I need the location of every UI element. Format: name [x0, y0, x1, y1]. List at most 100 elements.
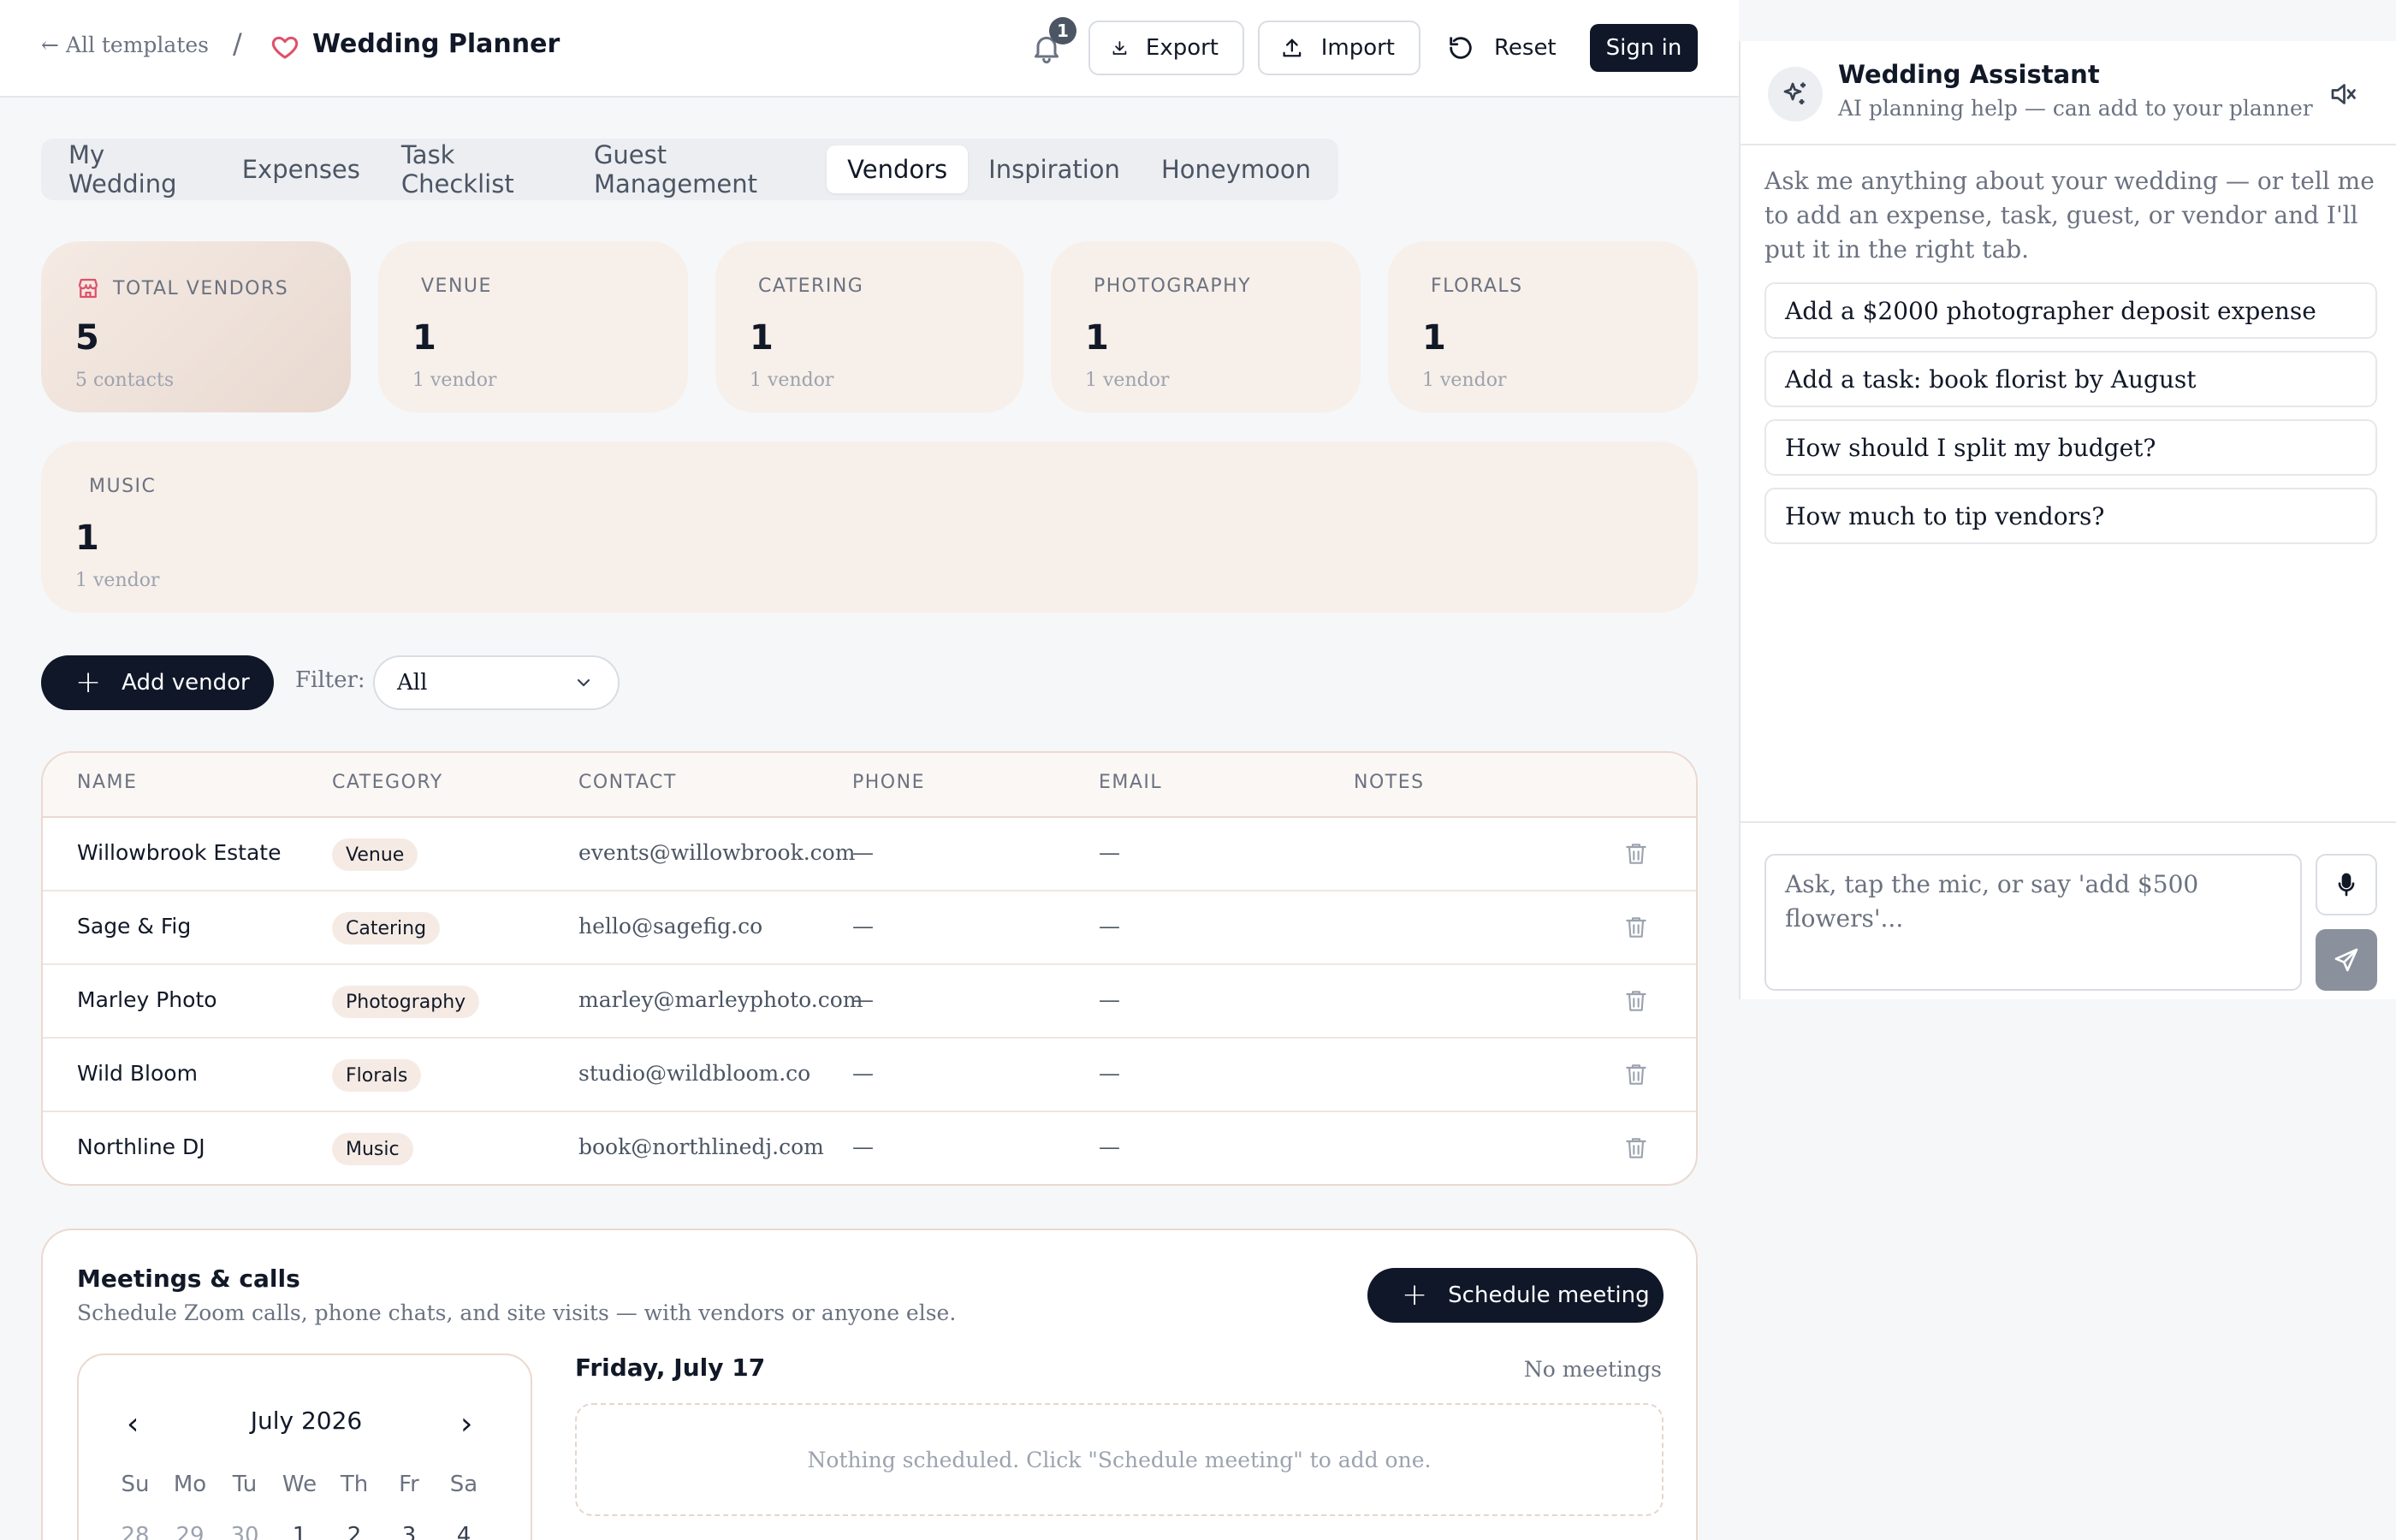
table-row: Wild Bloom Florals studio@wildbloom.co —… — [43, 1039, 1696, 1112]
vendor-contact: marley@marleyphoto.com — [578, 987, 863, 1012]
import-label: Import — [1320, 35, 1395, 61]
stat-label: VENUE — [421, 275, 492, 297]
trash-icon[interactable] — [1622, 987, 1650, 1015]
empty-meetings-message: Nothing scheduled. Click "Schedule meeti… — [575, 1403, 1664, 1516]
all-templates-link[interactable]: ← All templates — [41, 33, 209, 57]
stat-card-catering: CATERING 1 1 vendor — [715, 241, 1023, 412]
import-button[interactable]: Import — [1258, 21, 1420, 75]
sign-in-button[interactable]: Sign in — [1590, 24, 1698, 72]
calendar-day[interactable]: 29 — [163, 1523, 217, 1540]
chevron-right-icon[interactable]: › — [460, 1407, 472, 1442]
category-badge: Florals — [332, 1059, 422, 1092]
category-filter-select[interactable]: All — [373, 655, 620, 710]
suggestion-chip[interactable]: How much to tip vendors? — [1764, 488, 2377, 544]
reset-button[interactable]: Reset — [1446, 21, 1557, 75]
assistant-panel: Wedding Assistant AI planning help — can… — [1739, 41, 2396, 999]
tab-expenses[interactable]: Expenses — [222, 145, 381, 193]
stat-label: CATERING — [758, 275, 864, 297]
vendor-email: — — [1099, 1061, 1120, 1086]
microphone-icon — [2338, 873, 2355, 897]
category-badge: Photography — [332, 986, 480, 1018]
stat-card-total-vendors: TOTAL VENDORS 5 5 contacts — [41, 241, 351, 412]
table-row: Sage & Fig Catering hello@sagefig.co — — — [43, 891, 1696, 965]
filter-label: Filter: — [295, 667, 365, 693]
trash-icon[interactable] — [1622, 840, 1650, 868]
calendar-day[interactable]: 30 — [217, 1523, 272, 1540]
stat-value: 1 — [1085, 318, 1109, 358]
column-header-contact: CONTACT — [578, 772, 677, 793]
selected-day-title: Friday, July 17 — [575, 1353, 766, 1382]
chevron-down-icon — [577, 678, 590, 687]
trash-icon[interactable] — [1622, 1061, 1650, 1088]
vendor-phone: — — [852, 1061, 874, 1086]
send-icon — [2334, 948, 2358, 972]
vendor-table: NAME CATEGORY CONTACT PHONE EMAIL NOTES … — [41, 751, 1698, 1186]
stat-card-florals: FLORALS 1 1 vendor — [1388, 241, 1698, 412]
tab-honeymoon[interactable]: Honeymoon — [1141, 145, 1331, 193]
tab-my-wedding[interactable]: My Wedding — [48, 140, 222, 198]
export-button[interactable]: Export — [1088, 21, 1244, 75]
notification-badge: 1 — [1049, 17, 1076, 44]
stat-card-music: MUSIC 1 1 vendor — [41, 441, 1698, 613]
trash-icon[interactable] — [1622, 914, 1650, 941]
calendar: ‹ July 2026 › Su Mo Tu We Th Fr Sa 28 29… — [77, 1353, 532, 1540]
suggestion-chip[interactable]: Add a task: book florist by August — [1764, 351, 2377, 407]
calendar-day[interactable]: 3 — [382, 1523, 436, 1540]
vendor-name: Northline DJ — [77, 1134, 205, 1159]
stat-value: 1 — [750, 318, 774, 358]
weekday-label: We — [282, 1472, 317, 1497]
schedule-meeting-button[interactable]: + Schedule meeting — [1367, 1268, 1664, 1323]
suggestion-chip[interactable]: How should I split my budget? — [1764, 419, 2377, 476]
table-row: Willowbrook Estate Venue events@willowbr… — [43, 818, 1696, 891]
send-button[interactable] — [2316, 929, 2377, 991]
tab-bar: My Wedding Expenses Task Checklist Guest… — [41, 139, 1338, 200]
trash-icon[interactable] — [1622, 1134, 1650, 1162]
mic-button[interactable] — [2316, 854, 2377, 915]
vendor-name: Sage & Fig — [77, 914, 192, 939]
stat-label: MUSIC — [89, 476, 157, 497]
sparkles-icon — [1768, 67, 1823, 121]
store-icon — [78, 278, 98, 299]
vendor-contact: book@northlinedj.com — [578, 1134, 824, 1159]
assistant-intro: Ask me anything about your wedding — or … — [1764, 167, 2375, 264]
calendar-day[interactable]: 28 — [108, 1523, 163, 1540]
top-bar: ← All templates / Wedding Planner 1 Expo… — [0, 0, 1739, 98]
calendar-day[interactable]: 1 — [272, 1523, 327, 1540]
tab-task-checklist[interactable]: Task Checklist — [381, 140, 573, 198]
stat-value: 1 — [75, 518, 99, 558]
vendor-contact: studio@wildbloom.co — [578, 1061, 811, 1086]
column-header-email: EMAIL — [1099, 772, 1163, 793]
breadcrumb-separator: / — [233, 27, 242, 60]
calendar-day[interactable]: 4 — [436, 1523, 491, 1540]
meeting-count: No meetings — [1523, 1357, 1662, 1382]
calendar-day[interactable]: 2 — [327, 1523, 382, 1540]
assistant-header: Wedding Assistant AI planning help — can… — [1741, 41, 2396, 145]
tab-vendors[interactable]: Vendors — [827, 145, 969, 193]
mute-icon[interactable] — [2328, 79, 2358, 110]
table-row: Marley Photo Photography marley@marleyph… — [43, 965, 1696, 1039]
assistant-input[interactable]: Ask, tap the mic, or say 'add $500 flowe… — [1764, 854, 2302, 991]
vendor-phone: — — [852, 987, 874, 1012]
table-header: NAME CATEGORY CONTACT PHONE EMAIL NOTES — [43, 753, 1696, 818]
stat-value: 5 — [75, 318, 99, 358]
tab-guest-management[interactable]: Guest Management — [573, 140, 827, 198]
assistant-subtitle: AI planning help — can add to your plann… — [1838, 96, 2313, 121]
weekday-label: Th — [340, 1472, 369, 1497]
stat-card-photography: PHOTOGRAPHY 1 1 vendor — [1051, 241, 1361, 412]
meetings-title: Meetings & calls — [77, 1265, 300, 1293]
vendor-email: — — [1099, 987, 1120, 1012]
tab-inspiration[interactable]: Inspiration — [968, 145, 1141, 193]
add-vendor-button[interactable]: + Add vendor — [41, 655, 274, 710]
category-badge: Catering — [332, 912, 441, 945]
vendor-name: Willowbrook Estate — [77, 840, 282, 865]
weekday-label: Su — [121, 1472, 150, 1497]
vendor-email: — — [1099, 914, 1120, 939]
suggestion-chip[interactable]: Add a $2000 photographer deposit expense — [1764, 282, 2377, 339]
stat-sub: 5 contacts — [75, 370, 175, 391]
download-icon — [1112, 41, 1127, 55]
stat-sub: 1 vendor — [1085, 370, 1170, 391]
assistant-title: Wedding Assistant — [1838, 60, 2100, 89]
stat-label: FLORALS — [1431, 275, 1523, 297]
plus-icon: + — [75, 665, 102, 700]
vendor-email: — — [1099, 840, 1120, 865]
